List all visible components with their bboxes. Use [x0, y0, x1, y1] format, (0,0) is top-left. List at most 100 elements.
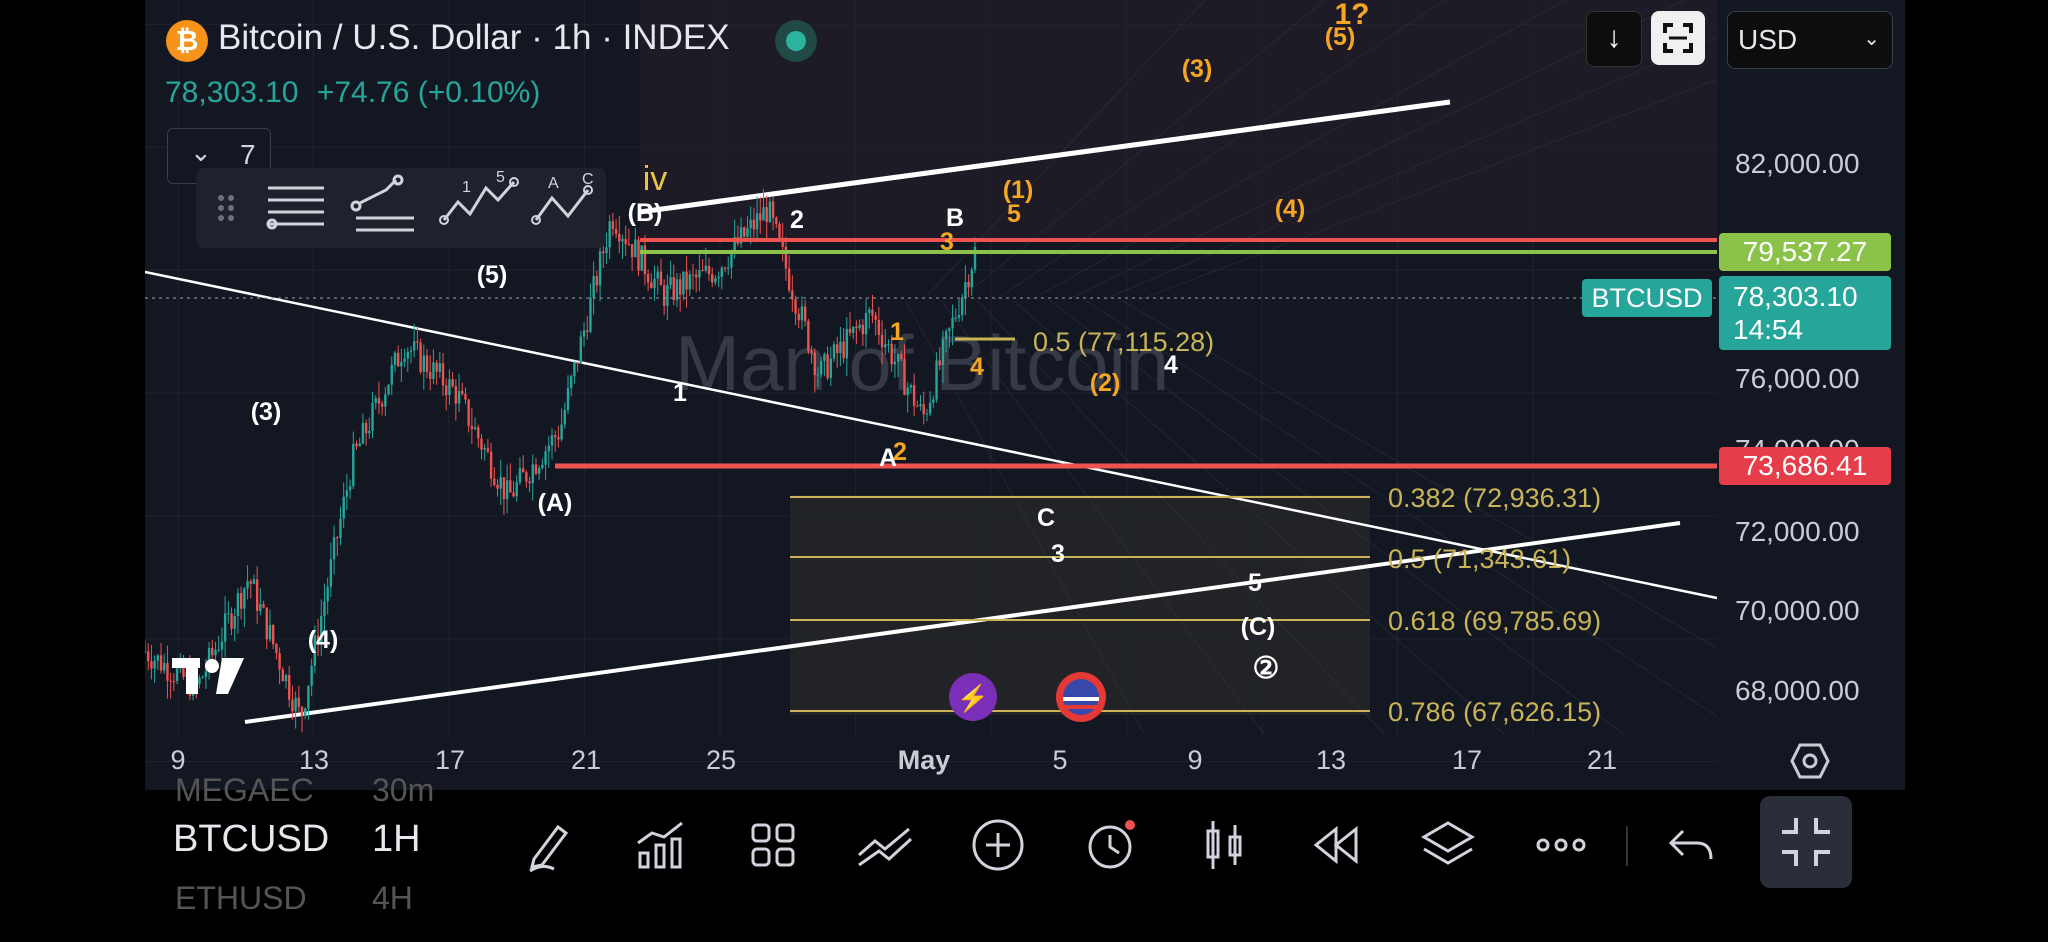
trend-lines-icon[interactable]: [350, 174, 414, 232]
candle-body: [252, 579, 256, 584]
candle-body: [823, 354, 826, 361]
layers-icon[interactable]: [1418, 815, 1478, 875]
candle-body: [348, 486, 352, 491]
elliott-correction-icon[interactable]: A C: [531, 171, 594, 225]
candle-body: [768, 201, 772, 223]
wave-label: 1?: [1334, 0, 1369, 31]
candle-body: [916, 405, 919, 407]
wave-label: (3): [251, 398, 282, 426]
indicators-icon[interactable]: [630, 815, 690, 875]
candle-body: [560, 424, 563, 440]
wave-label: (5): [477, 261, 508, 289]
wave-label: (C): [1241, 613, 1276, 641]
drag-handle-icon[interactable]: [218, 195, 234, 221]
price-axis[interactable]: [1717, 0, 1905, 790]
candle-body: [214, 649, 217, 656]
wave-label: (4): [308, 626, 339, 654]
fullscreen-button[interactable]: [1651, 11, 1705, 65]
candle-body: [816, 374, 820, 376]
chart-settings-icon[interactable]: [1790, 741, 1830, 781]
candle-body: [951, 317, 954, 329]
svg-text:5: 5: [496, 169, 505, 186]
bottom-interval[interactable]: 1H: [372, 818, 421, 861]
svg-text:1: 1: [462, 179, 471, 196]
candle-body: [345, 490, 349, 497]
fib-label-0382: 0.382 (72,936.31): [1388, 483, 1601, 513]
candle-body: [547, 445, 550, 452]
price-chart[interactable]: Man of Bitcoin 0.5 (77,115.28) 0.382 (72…: [145, 0, 1905, 790]
more-icon[interactable]: [1531, 815, 1591, 875]
replay-icon[interactable]: [1306, 815, 1366, 875]
minimize-icon: [1782, 818, 1830, 866]
minimize-button[interactable]: [1760, 796, 1852, 888]
symbol-tag: BTCUSD: [1582, 279, 1712, 317]
candle-body: [326, 586, 329, 602]
alarm-icon[interactable]: [1081, 815, 1141, 875]
drawings-icon[interactable]: [855, 815, 915, 875]
candle-body: [858, 324, 861, 329]
candle-body: [861, 324, 865, 335]
candle-body: [259, 604, 262, 611]
layout-grid-icon[interactable]: [743, 815, 803, 875]
fib-label-0786: 0.786 (67,626.15): [1388, 697, 1601, 727]
candle-body: [775, 217, 778, 224]
candle-body: [845, 328, 849, 359]
candle-body: [467, 399, 470, 426]
download-arrow-icon[interactable]: ↓: [1586, 11, 1642, 67]
candle-body: [650, 282, 653, 289]
candle-body: [323, 601, 326, 617]
chevron-down-icon: ⌄: [190, 137, 212, 167]
candle-body: [941, 339, 945, 366]
candle-body: [393, 352, 397, 365]
candle-body: [746, 228, 749, 237]
elliott-impulse-icon[interactable]: 1 5: [439, 169, 519, 225]
candle-body: [848, 328, 852, 333]
pencil-icon[interactable]: [520, 815, 580, 875]
symbol-title[interactable]: Bitcoin / U.S. Dollar · 1h · INDEX: [218, 18, 730, 58]
candle-body: [794, 299, 797, 314]
candle-body: [884, 344, 887, 348]
date-tick: 17: [1451, 745, 1483, 775]
chart-area[interactable]: Man of Bitcoin 0.5 (77,115.28) 0.382 (72…: [145, 0, 1905, 790]
candle-body: [246, 581, 249, 589]
candle-body: [563, 410, 567, 425]
wave-label: 4: [1164, 351, 1178, 379]
candle-body: [233, 615, 236, 629]
currency-select[interactable]: USD ⌄: [1727, 11, 1893, 69]
candle-body: [621, 238, 624, 242]
undo-icon[interactable]: [1661, 815, 1721, 875]
candle-body: [284, 675, 288, 682]
candle-body: [307, 685, 310, 709]
svg-text:⚡: ⚡: [957, 683, 989, 714]
bitcoin-logo-icon: ₿: [166, 20, 208, 62]
candle-body: [515, 482, 518, 497]
candle-body: [717, 276, 720, 279]
candle-body: [819, 360, 823, 375]
candle-body: [749, 219, 752, 229]
candle-body: [624, 238, 627, 245]
candle-body: [150, 661, 153, 669]
candle-body: [595, 276, 599, 286]
candle-body: [566, 388, 570, 411]
market-status-icon[interactable]: [775, 20, 817, 62]
wave-label: C: [1037, 504, 1055, 532]
candle-body: [640, 245, 643, 271]
candle-body: [249, 581, 252, 584]
candles-icon[interactable]: [1194, 815, 1254, 875]
price-tick: 76,000.00: [1735, 363, 1860, 394]
candle-body: [598, 251, 602, 286]
horizontal-lines-icon[interactable]: [266, 186, 324, 230]
candle-body: [720, 267, 724, 277]
candle-body: [297, 697, 301, 708]
candle-body: [557, 437, 560, 440]
candle-body: [374, 398, 377, 403]
event-lightning-icon[interactable]: ⚡: [949, 673, 997, 721]
date-tick: 9: [1187, 745, 1203, 775]
event-us-flag-icon[interactable]: [1056, 672, 1106, 722]
candle-body: [153, 660, 156, 669]
drawing-toolbar[interactable]: 1 5 A C: [196, 168, 606, 248]
current-price-value: 78,303.10: [1733, 281, 1858, 312]
candle-body: [771, 201, 775, 218]
bottom-symbol[interactable]: BTCUSD: [173, 818, 329, 861]
add-icon[interactable]: [968, 815, 1028, 875]
